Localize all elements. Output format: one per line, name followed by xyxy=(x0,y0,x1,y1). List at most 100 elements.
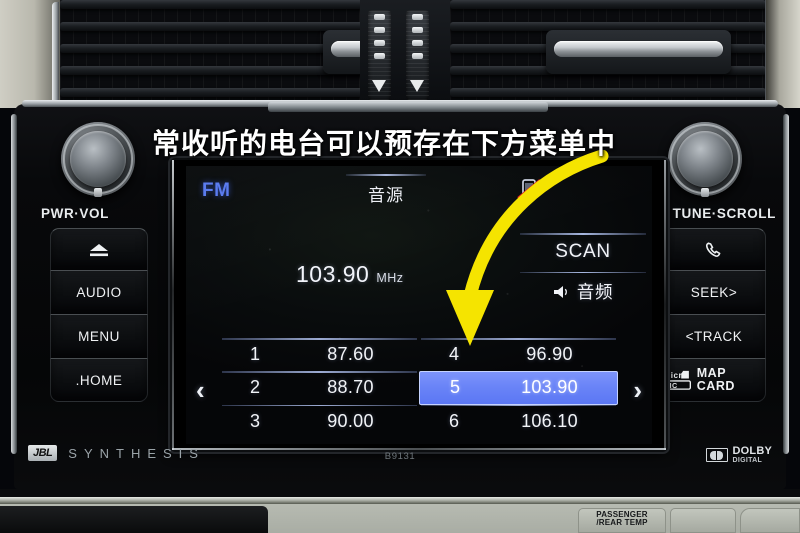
preset-number: 3 xyxy=(249,410,260,431)
preset-divider xyxy=(222,338,417,340)
disc-slot xyxy=(268,102,548,112)
annotation-caption: 常收听的电台可以预存在下方菜单中 xyxy=(152,128,617,159)
climate-control-strip: PASSENGER /REAR TEMP xyxy=(0,489,800,533)
synthesis-wordmark: SYNTHESIS xyxy=(68,445,205,461)
audio-button[interactable]: AUDIO xyxy=(50,270,148,314)
tune-scroll-knob-label: TUNE·SCROLL xyxy=(672,206,776,221)
preset-item[interactable]: 1 87.60 xyxy=(220,338,419,371)
head-unit-right-trim xyxy=(783,114,789,454)
car-dashboard-screenshot: PWR·VOL AUDIO MENU .HOME TUNE·SCROLL SEE… xyxy=(0,0,800,533)
dashboard-air-vents xyxy=(0,0,800,108)
preset-number: 4 xyxy=(448,344,459,365)
audio-settings-row: 音频 xyxy=(520,279,646,304)
preset-number: 2 xyxy=(249,377,260,398)
seek-button-label: SEEK> xyxy=(690,285,738,300)
branding-row: JBL SYNTHESIS B9131 DOLBY DIGITAL xyxy=(14,445,786,471)
screen-side-buttons: SCAN 音频 xyxy=(520,230,646,310)
preset-divider xyxy=(222,404,417,407)
speaker-icon xyxy=(553,285,567,298)
vent-airflow-slider-right[interactable] xyxy=(406,10,429,100)
frequency-display: 103.90 MHz xyxy=(296,261,404,288)
phone-button[interactable] xyxy=(662,228,766,270)
preset-item[interactable]: 2 88.70 xyxy=(220,371,419,404)
vent-airflow-slider-left[interactable] xyxy=(368,10,391,100)
radio-band-label: FM xyxy=(202,180,231,201)
preset-divider xyxy=(421,404,616,407)
head-unit-left-trim xyxy=(11,114,17,454)
tune-scroll-knob[interactable] xyxy=(668,122,742,197)
screen-bezel-left xyxy=(172,160,174,450)
eject-icon xyxy=(90,243,108,256)
scan-divider xyxy=(520,233,646,235)
preset-frequency: 90.00 xyxy=(327,410,374,431)
preset-number: 6 xyxy=(448,410,459,431)
vent-center-console xyxy=(360,0,450,108)
track-button[interactable]: <TRACK xyxy=(662,314,766,358)
frequency-unit: MHz xyxy=(376,271,404,285)
eject-button[interactable] xyxy=(50,228,148,270)
hvac-chrome-trim xyxy=(0,497,800,504)
svg-text:HC: HC xyxy=(666,381,677,390)
preset-frequency: 88.70 xyxy=(327,377,374,398)
dolby-line1: DOLBY xyxy=(732,445,772,457)
dolby-text: DOLBY DIGITAL xyxy=(732,445,773,465)
preset-frequency: 87.60 xyxy=(327,344,374,365)
audio-button-label: AUDIO xyxy=(76,285,122,300)
passenger-rear-temp-button[interactable]: PASSENGER /REAR TEMP xyxy=(578,508,666,533)
power-volume-knob[interactable] xyxy=(61,122,135,197)
vent-direction-knob-right[interactable] xyxy=(546,30,731,74)
infotainment-screen[interactable]: FM 音源 103.90 MHz SCAN 音频 ‹ › 1 87.60 4 9… xyxy=(172,160,666,450)
preset-item[interactable]: 4 96.90 xyxy=(419,338,618,371)
audio-settings-button[interactable]: 音频 xyxy=(520,269,646,311)
phone-disconnected-icon xyxy=(517,179,541,200)
vent-grille-right xyxy=(450,0,766,104)
jbl-logo: JBL SYNTHESIS xyxy=(28,445,205,461)
preset-item[interactable]: 3 90.00 xyxy=(220,404,419,438)
preset-number: 1 xyxy=(249,344,260,365)
climate-display xyxy=(0,506,268,533)
knob-notch xyxy=(94,188,102,197)
passenger-rear-temp-label: PASSENGER /REAR TEMP xyxy=(596,510,647,528)
source-tab[interactable]: 音源 xyxy=(346,174,426,206)
down-arrow-icon xyxy=(372,80,386,92)
lcd-display[interactable]: FM 音源 103.90 MHz SCAN 音频 ‹ › 1 87.60 4 9… xyxy=(186,166,652,444)
preset-frequency: 96.90 xyxy=(526,344,573,365)
preset-station-grid: 1 87.60 4 96.90 2 88.70 5 103.90 3 90.00… xyxy=(220,338,618,438)
climate-button-2[interactable] xyxy=(670,508,736,533)
preset-frequency: 106.10 xyxy=(521,410,578,431)
model-number: B9131 xyxy=(384,451,416,462)
down-arrow-icon xyxy=(410,80,424,92)
seek-button[interactable]: SEEK> xyxy=(662,270,766,314)
phone-icon xyxy=(705,241,721,257)
menu-button-label: MENU xyxy=(78,329,120,344)
next-page-button[interactable]: › xyxy=(633,375,642,406)
knob-notch xyxy=(701,188,709,197)
home-button-label: .HOME xyxy=(75,372,123,388)
preset-number: 5 xyxy=(449,377,460,398)
preset-frequency: 103.90 xyxy=(521,377,578,398)
audio-divider xyxy=(520,271,646,273)
prev-page-button[interactable]: ‹ xyxy=(196,375,205,406)
climate-button-3[interactable] xyxy=(740,508,800,533)
knob-face xyxy=(70,131,126,187)
map-card-slot[interactable]: micro HC MAP CARD xyxy=(662,358,766,402)
source-tab-label: 音源 xyxy=(368,185,404,205)
scan-button[interactable]: SCAN xyxy=(520,230,646,269)
home-button[interactable]: .HOME xyxy=(50,358,148,402)
preset-item-selected[interactable]: 5 103.90 xyxy=(419,371,618,405)
preset-item[interactable]: 6 106.10 xyxy=(419,404,618,438)
dolby-double-d-icon xyxy=(705,448,728,462)
source-tab-divider xyxy=(346,174,426,176)
scan-button-label: SCAN xyxy=(555,240,611,262)
track-button-label: <TRACK xyxy=(685,329,743,344)
vent-chrome-left xyxy=(52,2,59,106)
knob-face xyxy=(677,131,733,187)
microsdhc-icon: micro HC xyxy=(663,370,691,390)
power-volume-knob-label: PWR·VOL xyxy=(41,206,109,221)
vent-knob-bar xyxy=(554,41,723,57)
preset-divider xyxy=(222,371,417,373)
jbl-mark: JBL xyxy=(28,445,58,461)
menu-button[interactable]: MENU xyxy=(50,314,148,358)
dash-trim-right xyxy=(766,0,800,108)
map-card-text: MAP CARD xyxy=(696,365,735,393)
